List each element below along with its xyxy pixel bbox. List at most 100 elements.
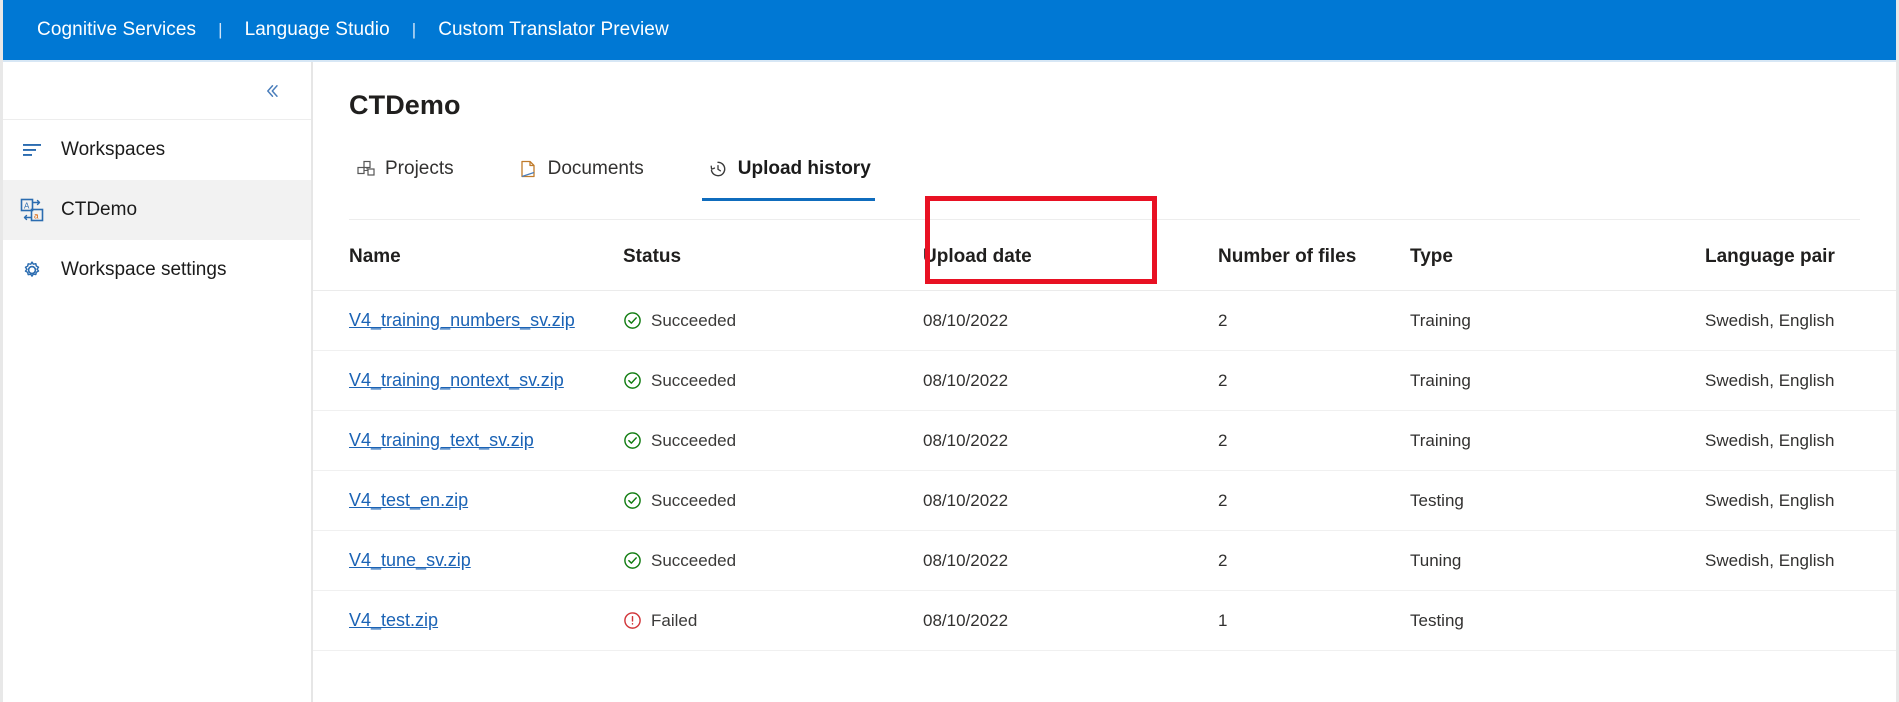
check-circle-icon (623, 431, 642, 450)
column-header-upload-date[interactable]: Upload date (913, 220, 1208, 291)
cell-upload-date: 08/10/2022 (913, 290, 1208, 351)
column-header-language-pair[interactable]: Language pair (1695, 220, 1896, 291)
error-circle-icon (623, 611, 642, 630)
cell-language-pair: Swedish, English (1695, 470, 1896, 531)
cell-language-pair: Swedish, English (1695, 290, 1896, 351)
file-link[interactable]: V4_test.zip (349, 610, 438, 630)
cell-name: V4_tune_sv.zip (313, 530, 613, 591)
table-row: V4_training_text_sv.zip Succeeded 08/10/20… (313, 410, 1896, 471)
table-row: V4_test.zip Failed 08/10/2022 1 Testing (313, 590, 1896, 651)
tab-label: Projects (385, 158, 454, 179)
cell-type: Testing (1400, 470, 1695, 531)
table-row: V4_test_en.zip Succeeded 08/10/2022 2 Testin… (313, 470, 1896, 531)
cell-upload-date: 08/10/2022 (913, 350, 1208, 411)
sidebar-item-label: Workspaces (61, 139, 166, 160)
check-circle-icon (623, 491, 642, 510)
cell-name: V4_training_nontext_sv.zip (313, 350, 613, 411)
cell-type: Training (1400, 350, 1695, 411)
status-label: Succeeded (651, 430, 737, 450)
status-label: Succeeded (651, 490, 737, 510)
sidebar-item-label: Workspace settings (61, 259, 227, 280)
breadcrumb-custom-translator-preview[interactable]: Custom Translator Preview (438, 19, 669, 41)
cell-number-of-files: 1 (1208, 590, 1400, 651)
table-body: V4_training_numbers_sv.zip Succeeded 08/10… (313, 290, 1896, 651)
file-link[interactable]: V4_tune_sv.zip (349, 550, 471, 570)
tab-label: Documents (547, 158, 644, 179)
cell-name: V4_test.zip (313, 590, 613, 651)
sidebar-item-ctdemo[interactable]: A a CTDemo (3, 180, 311, 240)
cell-upload-date: 08/10/2022 (913, 410, 1208, 471)
body-wrapper: Workspaces A a CTDemo Workspace settings… (3, 62, 1896, 702)
table-head: Name Status Upload date Number of files … (313, 220, 1896, 291)
status-label: Succeeded (651, 370, 737, 390)
status-label: Failed (651, 610, 698, 630)
sidebar-item-label: CTDemo (61, 199, 138, 220)
table-row: V4_training_numbers_sv.zip Succeeded 08/10… (313, 290, 1896, 351)
cubes-icon (355, 159, 376, 180)
table-row: V4_training_nontext_sv.zip Succeeded 08/10… (313, 350, 1896, 411)
check-circle-icon (623, 311, 642, 330)
cell-name: V4_training_text_sv.zip (313, 410, 613, 471)
column-header-type[interactable]: Type (1400, 220, 1695, 291)
status-label: Succeeded (651, 310, 737, 330)
table-row: V4_tune_sv.zip Succeeded 08/10/2022 2 Tuning… (313, 530, 1896, 591)
svg-text:a: a (34, 211, 39, 220)
cell-language-pair (1695, 590, 1896, 651)
file-link[interactable]: V4_test_en.zip (349, 490, 468, 510)
file-link[interactable]: V4_training_text_sv.zip (349, 430, 534, 450)
main-content: CTDemo Projects Documents Upload history… (313, 62, 1896, 702)
breadcrumb-separator-2: | (411, 20, 417, 39)
translate-icon: A a (19, 197, 45, 223)
cell-type: Tuning (1400, 530, 1695, 591)
tab-projects[interactable]: Projects (349, 147, 468, 191)
sidebar-header (3, 62, 311, 120)
cell-name: V4_test_en.zip (313, 470, 613, 531)
cell-status: Failed (613, 590, 913, 651)
cell-status: Succeeded (613, 470, 913, 531)
cell-number-of-files: 2 (1208, 530, 1400, 591)
status-label: Succeeded (651, 550, 737, 570)
cell-language-pair: Swedish, English (1695, 350, 1896, 411)
list-lines-icon (19, 137, 45, 163)
sidebar-item-workspace-settings[interactable]: Workspace settings (3, 240, 311, 300)
app-root: Cognitive Services | Language Studio | C… (0, 0, 1899, 702)
cell-language-pair: Swedish, English (1695, 530, 1896, 591)
breadcrumb-cognitive-services[interactable]: Cognitive Services (37, 19, 196, 41)
file-link[interactable]: V4_training_nontext_sv.zip (349, 370, 564, 390)
check-circle-icon (623, 371, 642, 390)
sidebar-item-workspaces[interactable]: Workspaces (3, 120, 311, 180)
cell-number-of-files: 2 (1208, 290, 1400, 351)
breadcrumb-language-studio[interactable]: Language Studio (245, 19, 390, 41)
check-circle-icon (623, 551, 642, 570)
cell-upload-date: 08/10/2022 (913, 530, 1208, 591)
page-title: CTDemo (349, 90, 461, 120)
cell-number-of-files: 2 (1208, 350, 1400, 411)
column-header-number-of-files[interactable]: Number of files (1208, 220, 1400, 291)
cell-number-of-files: 2 (1208, 410, 1400, 471)
upload-history-table: Name Status Upload date Number of files … (313, 220, 1896, 651)
cell-type: Training (1400, 290, 1695, 351)
cell-name: V4_training_numbers_sv.zip (313, 290, 613, 351)
top-brand-bar: Cognitive Services | Language Studio | C… (3, 0, 1896, 62)
sidebar: Workspaces A a CTDemo Workspace settings (3, 62, 313, 702)
cell-status: Succeeded (613, 530, 913, 591)
cell-upload-date: 08/10/2022 (913, 470, 1208, 531)
file-link[interactable]: V4_training_numbers_sv.zip (349, 310, 575, 330)
table-header-row: Name Status Upload date Number of files … (313, 220, 1896, 291)
cell-upload-date: 08/10/2022 (913, 590, 1208, 651)
cell-status: Succeeded (613, 350, 913, 411)
svg-text:A: A (24, 201, 30, 210)
column-header-name[interactable]: Name (313, 220, 613, 291)
column-header-status[interactable]: Status (613, 220, 913, 291)
tab-upload-history[interactable]: Upload history (701, 147, 885, 201)
tab-label: Upload history (737, 158, 871, 179)
cell-number-of-files: 2 (1208, 470, 1400, 531)
cell-type: Training (1400, 410, 1695, 471)
gear-icon (19, 257, 45, 283)
chevron-double-left-icon[interactable] (259, 78, 285, 104)
cell-type: Testing (1400, 590, 1695, 651)
history-clock-icon (708, 159, 729, 180)
document-icon (518, 159, 539, 180)
breadcrumb-separator-1: | (218, 20, 223, 39)
tab-documents[interactable]: Documents (512, 147, 658, 191)
